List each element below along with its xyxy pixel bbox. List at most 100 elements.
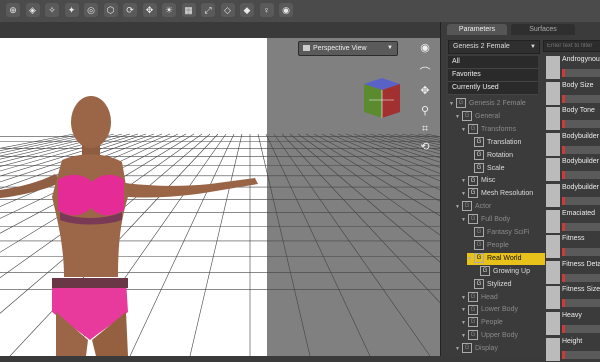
tree-item-label: Upper Body bbox=[481, 332, 518, 340]
tree-item[interactable]: ▼ G Full Body bbox=[461, 214, 510, 226]
parameter-thumbnail bbox=[546, 312, 560, 335]
slider-handle[interactable] bbox=[562, 350, 565, 359]
cube-dot-icon[interactable]: ◆ bbox=[240, 3, 254, 17]
parameter-item[interactable]: Bodybuilder bbox=[546, 183, 600, 208]
parameter-item[interactable]: Heavy bbox=[546, 311, 600, 336]
parameter-item[interactable]: Fitness Size bbox=[546, 285, 600, 310]
parameter-slider[interactable] bbox=[562, 69, 600, 77]
tree-item[interactable]: ▼ G People bbox=[461, 317, 503, 329]
draw-style-icon[interactable]: ◉ bbox=[418, 41, 432, 55]
parameter-thumbnail bbox=[546, 235, 560, 259]
view-select-dropdown[interactable]: Perspective View ▼ bbox=[298, 41, 398, 56]
expand-arrow-icon: ▼ bbox=[455, 346, 460, 353]
quick-filter-all[interactable]: All bbox=[448, 56, 538, 69]
slider-handle[interactable] bbox=[562, 299, 565, 308]
tree-item-label: Transforms bbox=[481, 125, 517, 133]
tree-item[interactable]: G Fantasy SciFi bbox=[467, 227, 529, 239]
sparkle-icon[interactable]: ✦ bbox=[64, 3, 79, 17]
quick-filter-favorites[interactable]: Favorites bbox=[448, 69, 538, 82]
tree-item-label: Full Body bbox=[481, 216, 511, 224]
tree-item[interactable]: G Translation bbox=[467, 136, 521, 149]
parameter-slider[interactable] bbox=[562, 197, 600, 205]
tree-item-label: Actor bbox=[475, 203, 492, 211]
translate-icon[interactable]: ✥ bbox=[142, 3, 157, 17]
light-icon[interactable]: ✧ bbox=[45, 3, 59, 17]
parameter-item[interactable]: Bodybuilder bbox=[546, 132, 600, 157]
slider-handle[interactable] bbox=[562, 222, 565, 231]
parameter-slider[interactable] bbox=[562, 145, 600, 154]
slider-handle[interactable] bbox=[562, 273, 565, 282]
parameter-item[interactable]: Fitness Deta bbox=[546, 260, 600, 285]
filter-input[interactable] bbox=[543, 40, 600, 52]
parameter-thumbnail bbox=[546, 260, 560, 284]
slider-handle[interactable] bbox=[562, 145, 565, 154]
parameter-slider[interactable] bbox=[562, 94, 600, 103]
cube-icon[interactable]: ◇ bbox=[220, 3, 235, 17]
tree-item[interactable]: ▼ G Genesis 2 Female bbox=[449, 98, 526, 110]
viewport-scene[interactable] bbox=[0, 22, 440, 356]
parameter-thumbnail bbox=[546, 132, 560, 156]
node-icon[interactable]: ◎ bbox=[84, 3, 98, 17]
figure-select-dropdown[interactable]: Genesis 2 Female ▼ bbox=[448, 40, 540, 54]
scale-icon[interactable]: ⤢ bbox=[201, 3, 215, 17]
parameter-slider[interactable] bbox=[562, 248, 600, 257]
slider-handle[interactable] bbox=[562, 197, 565, 205]
parameter-slider[interactable] bbox=[562, 171, 600, 180]
reset-view-icon[interactable]: ⟲ bbox=[418, 140, 432, 154]
slider-handle[interactable] bbox=[562, 171, 565, 180]
tree-item[interactable]: ▼ G Lower Body bbox=[461, 304, 518, 316]
parameter-slider[interactable] bbox=[562, 222, 600, 231]
orbit-icon[interactable]: ⌒ bbox=[418, 66, 432, 80]
parameter-label: Emaciated bbox=[562, 209, 596, 217]
quick-filter-currently-used[interactable]: Currently Used bbox=[448, 82, 538, 95]
group-icon: G bbox=[474, 136, 484, 147]
universal-icon[interactable]: ⬡ bbox=[103, 3, 118, 17]
slider-handle[interactable] bbox=[562, 248, 565, 257]
slider-handle[interactable] bbox=[562, 94, 565, 103]
parameter-item[interactable]: Body Size bbox=[546, 81, 600, 106]
slider-handle[interactable] bbox=[562, 325, 565, 333]
figure-icon[interactable]: ♀ bbox=[259, 3, 274, 17]
parameter-item[interactable]: Body Tone bbox=[546, 106, 600, 131]
parameter-slider[interactable] bbox=[562, 273, 600, 282]
parameter-slider[interactable] bbox=[562, 325, 600, 333]
tree-item[interactable]: ▼ G Transforms bbox=[461, 123, 517, 136]
tree-item[interactable]: G Stylized bbox=[467, 278, 512, 291]
tab-parameters[interactable]: Parameters bbox=[447, 24, 507, 35]
render-icon[interactable]: ◉ bbox=[279, 3, 293, 17]
tab-surfaces[interactable]: Surfaces bbox=[511, 24, 575, 35]
group-icon: G bbox=[468, 188, 478, 199]
parameter-item[interactable]: Fitness bbox=[546, 234, 600, 259]
rotate-icon[interactable]: ⟳ bbox=[123, 3, 137, 17]
parameter-item[interactable]: Height bbox=[546, 337, 600, 362]
tree-item[interactable]: ▼ G General bbox=[455, 111, 500, 123]
viewport[interactable]: Perspective View ▼ ◉ ⌒ ✥ ⚲ ⌗ ⟲ bbox=[0, 22, 440, 356]
zoom-icon[interactable]: ⚲ bbox=[418, 104, 432, 118]
parameter-item[interactable]: Emaciated bbox=[546, 209, 600, 234]
pan-icon[interactable]: ✥ bbox=[418, 84, 432, 98]
slider-handle[interactable] bbox=[562, 120, 565, 129]
frame-icon[interactable]: ⌗ bbox=[418, 122, 432, 136]
tree-item[interactable]: ▼ G Mesh Resolution bbox=[461, 188, 533, 200]
tree-item[interactable]: ▼ G Actor bbox=[455, 201, 491, 213]
tree-item[interactable]: ▼ G Upper Body bbox=[461, 330, 518, 342]
tree-item[interactable]: ▼ G Real World bbox=[467, 252, 545, 265]
tree-item[interactable]: ▼ G Misc bbox=[461, 175, 495, 187]
tree-item[interactable]: G Rotation bbox=[467, 149, 513, 162]
tree-item[interactable]: ▼ G Display bbox=[455, 343, 498, 355]
parameter-slider[interactable] bbox=[562, 299, 600, 308]
spotlight-icon[interactable]: ☀ bbox=[162, 3, 176, 17]
slider-handle[interactable] bbox=[562, 69, 565, 77]
tree-item[interactable]: G People bbox=[467, 240, 509, 252]
parameter-item[interactable]: Androgynous bbox=[546, 55, 600, 80]
tree-item[interactable]: ▼ G Head bbox=[461, 291, 498, 304]
group-icon: G bbox=[474, 162, 484, 173]
parameter-item[interactable]: Bodybuilder bbox=[546, 157, 600, 182]
parameter-slider[interactable] bbox=[562, 350, 600, 359]
select-icon[interactable]: ▦ bbox=[181, 3, 196, 17]
tree-item[interactable]: G Scale bbox=[467, 162, 505, 175]
parameter-slider[interactable] bbox=[562, 120, 600, 129]
pointer-icon[interactable]: ⊕ bbox=[6, 3, 20, 17]
camera-icon[interactable]: ◈ bbox=[25, 3, 40, 17]
tree-item[interactable]: G Growing Up bbox=[473, 265, 530, 278]
